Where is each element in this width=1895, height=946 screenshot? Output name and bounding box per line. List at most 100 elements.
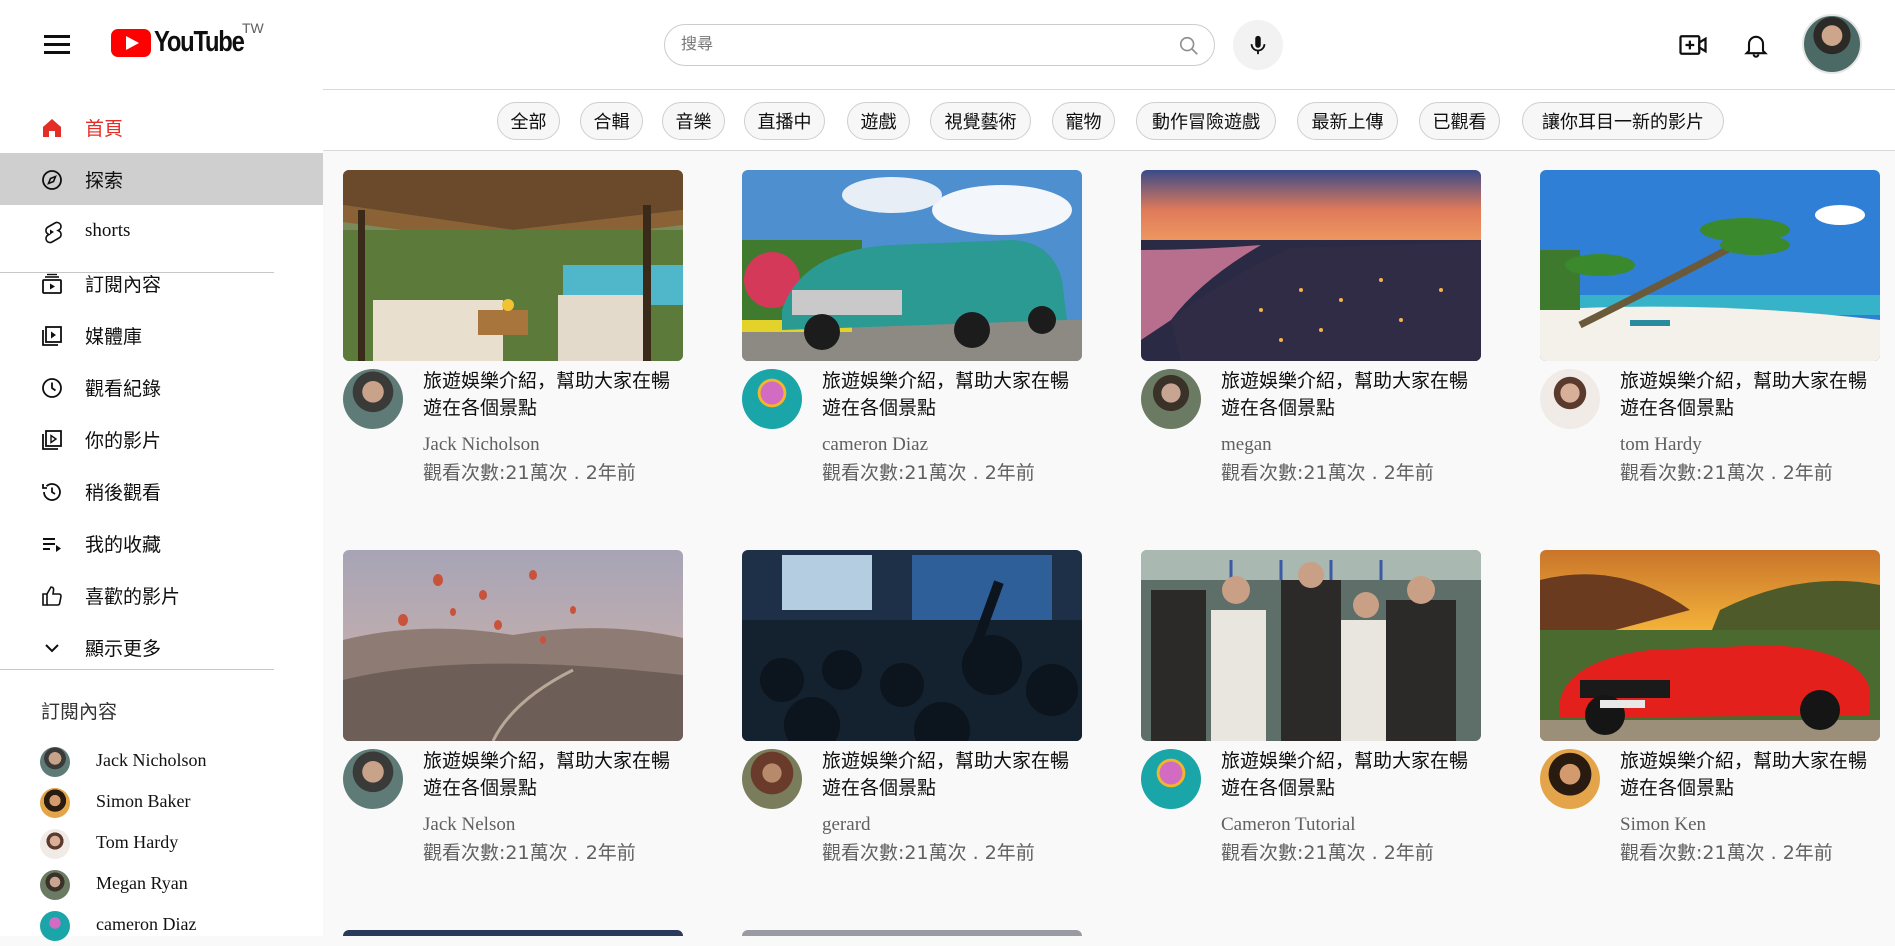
- chip-pets[interactable]: 寵物: [1052, 102, 1115, 140]
- video-title[interactable]: 旅遊娛樂介紹，幫助大家在暢遊在各個景點: [423, 748, 683, 802]
- chevron-down-icon: [45, 644, 59, 653]
- channel-avatar[interactable]: [742, 369, 802, 429]
- channel-name[interactable]: cameron Diaz: [822, 434, 928, 456]
- chip-compilations[interactable]: 合輯: [580, 102, 643, 140]
- channel-name[interactable]: Cameron Tutorial: [1221, 814, 1356, 836]
- subscription-item[interactable]: cameron Diaz: [0, 905, 323, 946]
- sidebar-item-library[interactable]: 媒體庫: [0, 309, 323, 361]
- chip-watched[interactable]: 已觀看: [1419, 102, 1500, 140]
- channel-avatar[interactable]: [742, 749, 802, 809]
- sidebar-item-label: 首頁: [85, 117, 124, 140]
- video-meta: 觀看次數:21萬次 . 2年前: [423, 842, 636, 864]
- video-title[interactable]: 旅遊娛樂介紹，幫助大家在暢遊在各個景點: [1221, 748, 1481, 802]
- sidebar-item-subscriptions[interactable]: 訂閱內容: [0, 257, 323, 309]
- sidebar-item-playlist[interactable]: 我的收藏: [0, 517, 323, 569]
- library-icon: [42, 326, 62, 346]
- chip-new-to-you[interactable]: 讓你耳目一新的影片: [1522, 102, 1724, 140]
- video-card[interactable]: 旅遊娛樂介紹，幫助大家在暢遊在各個景點 Jack Nelson 觀看次數:21萬…: [343, 550, 683, 910]
- video-title[interactable]: 旅遊娛樂介紹，幫助大家在暢遊在各個景點: [1620, 748, 1880, 802]
- user-avatar[interactable]: [1802, 14, 1862, 74]
- hamburger-menu-icon[interactable]: [42, 30, 72, 60]
- sidebar-item-label: 訂閱內容: [85, 273, 162, 296]
- channel-name[interactable]: gerard: [822, 814, 871, 836]
- sidebar-item-shorts[interactable]: shorts: [0, 205, 323, 257]
- subscription-name: Tom Hardy: [96, 832, 179, 852]
- video-card[interactable]: 旅遊娛樂介紹，幫助大家在暢遊在各個景點 megan 觀看次數:21萬次 . 2年…: [1141, 170, 1481, 530]
- channel-name[interactable]: Jack Nelson: [423, 814, 515, 836]
- sidebar: 首頁 探索 shorts 訂閱內容 媒體庫 觀看紀錄 你的影片 稍後觀看 我的收…: [0, 89, 323, 941]
- subscriptions-heading: 訂閱內容: [41, 701, 118, 723]
- channel-avatar[interactable]: [343, 749, 403, 809]
- video-thumbnail[interactable]: [742, 550, 1082, 741]
- subscription-item[interactable]: Megan Ryan: [0, 864, 323, 905]
- youtube-play-icon: [111, 28, 151, 57]
- video-thumbnail[interactable]: [343, 550, 683, 741]
- sidebar-item-label: 觀看紀錄: [85, 377, 162, 400]
- video-thumbnail[interactable]: [1141, 170, 1481, 361]
- video-title[interactable]: 旅遊娛樂介紹，幫助大家在暢遊在各個景點: [1620, 368, 1880, 422]
- sidebar-item-history[interactable]: 觀看紀錄: [0, 361, 323, 413]
- channel-avatar[interactable]: [1141, 749, 1201, 809]
- search-icon[interactable]: [1178, 35, 1200, 57]
- chip-all[interactable]: 全部: [497, 102, 560, 140]
- subscription-item[interactable]: Simon Baker: [0, 782, 323, 823]
- video-thumbnail[interactable]: [742, 930, 1082, 936]
- microphone-icon: [1250, 35, 1266, 55]
- create-video-icon[interactable]: [1678, 30, 1708, 60]
- sidebar-divider: [0, 669, 274, 670]
- video-thumbnail[interactable]: [1540, 170, 1880, 361]
- search-input[interactable]: [681, 34, 1151, 53]
- voice-search-button[interactable]: [1233, 20, 1283, 70]
- sidebar-item-your-videos[interactable]: 你的影片: [0, 413, 323, 465]
- sidebar-item-watch-later[interactable]: 稍後觀看: [0, 465, 323, 517]
- subscription-item[interactable]: Tom Hardy: [0, 823, 323, 864]
- video-thumbnail[interactable]: [343, 170, 683, 361]
- notification-bell-icon[interactable]: [1742, 30, 1770, 60]
- channel-avatar[interactable]: [1540, 369, 1600, 429]
- video-thumbnail[interactable]: [1540, 550, 1880, 741]
- channel-avatar[interactable]: [1141, 369, 1201, 429]
- channel-name[interactable]: Jack Nicholson: [423, 434, 540, 456]
- channel-avatar[interactable]: [343, 369, 403, 429]
- video-card[interactable]: 旅遊娛樂介紹，幫助大家在暢遊在各個景點 tom Hardy 觀看次數:21萬次 …: [1540, 170, 1880, 530]
- subscription-name: cameron Diaz: [96, 914, 197, 934]
- video-thumbnail[interactable]: [1141, 550, 1481, 741]
- chip-live[interactable]: 直播中: [744, 102, 825, 140]
- video-title[interactable]: 旅遊娛樂介紹，幫助大家在暢遊在各個景點: [822, 748, 1082, 802]
- youtube-logo[interactable]: YouTube TW: [111, 20, 264, 59]
- sidebar-item-home[interactable]: 首頁: [0, 101, 323, 153]
- subscription-name: Megan Ryan: [96, 873, 188, 893]
- video-title[interactable]: 旅遊娛樂介紹，幫助大家在暢遊在各個景點: [1221, 368, 1481, 422]
- chip-gaming[interactable]: 遊戲: [847, 102, 910, 140]
- video-card[interactable]: 旅遊娛樂介紹，幫助大家在暢遊在各個景點 Jack Nicholson 觀看次數:…: [343, 170, 683, 530]
- top-bar: YouTube TW: [0, 0, 1895, 89]
- avatar: [40, 911, 70, 941]
- video-thumbnail[interactable]: [343, 930, 683, 936]
- channel-name[interactable]: Simon Ken: [1620, 814, 1706, 836]
- country-code: TW: [242, 20, 264, 36]
- chip-visual-arts[interactable]: 視覺藝術: [930, 102, 1031, 140]
- video-card[interactable]: 旅遊娛樂介紹，幫助大家在暢遊在各個景點 Simon Ken 觀看次數:21萬次 …: [1540, 550, 1880, 910]
- chip-action-adventure[interactable]: 動作冒險遊戲: [1136, 102, 1276, 140]
- search-box: [664, 24, 1215, 66]
- sidebar-item-explore[interactable]: 探索: [0, 153, 323, 205]
- channel-name[interactable]: tom Hardy: [1620, 434, 1702, 456]
- video-title[interactable]: 旅遊娛樂介紹，幫助大家在暢遊在各個景點: [423, 368, 683, 422]
- like-icon: [42, 586, 62, 606]
- channel-avatar[interactable]: [1540, 749, 1600, 809]
- video-thumbnail[interactable]: [742, 170, 1082, 361]
- sidebar-item-show-more[interactable]: 顯示更多: [0, 621, 323, 673]
- subscription-name: Simon Baker: [96, 791, 191, 811]
- video-title[interactable]: 旅遊娛樂介紹，幫助大家在暢遊在各個景點: [822, 368, 1082, 422]
- chip-music[interactable]: 音樂: [662, 102, 725, 140]
- video-card[interactable]: 旅遊娛樂介紹，幫助大家在暢遊在各個景點 gerard 觀看次數:21萬次 . 2…: [742, 550, 1082, 910]
- sidebar-item-liked[interactable]: 喜歡的影片: [0, 569, 323, 621]
- channel-name[interactable]: megan: [1221, 434, 1272, 456]
- chip-recently-uploaded[interactable]: 最新上傳: [1297, 102, 1398, 140]
- video-meta: 觀看次數:21萬次 . 2年前: [822, 842, 1035, 864]
- video-meta: 觀看次數:21萬次 . 2年前: [1620, 842, 1833, 864]
- filter-chips-bar: 全部 合輯 音樂 直播中 遊戲 視覺藝術 寵物 動作冒險遊戲 最新上傳 已觀看 …: [323, 89, 1895, 151]
- subscription-item[interactable]: Jack Nicholson: [0, 741, 323, 782]
- video-card[interactable]: 旅遊娛樂介紹，幫助大家在暢遊在各個景點 cameron Diaz 觀看次數:21…: [742, 170, 1082, 530]
- video-card[interactable]: 旅遊娛樂介紹，幫助大家在暢遊在各個景點 Cameron Tutorial 觀看次…: [1141, 550, 1481, 910]
